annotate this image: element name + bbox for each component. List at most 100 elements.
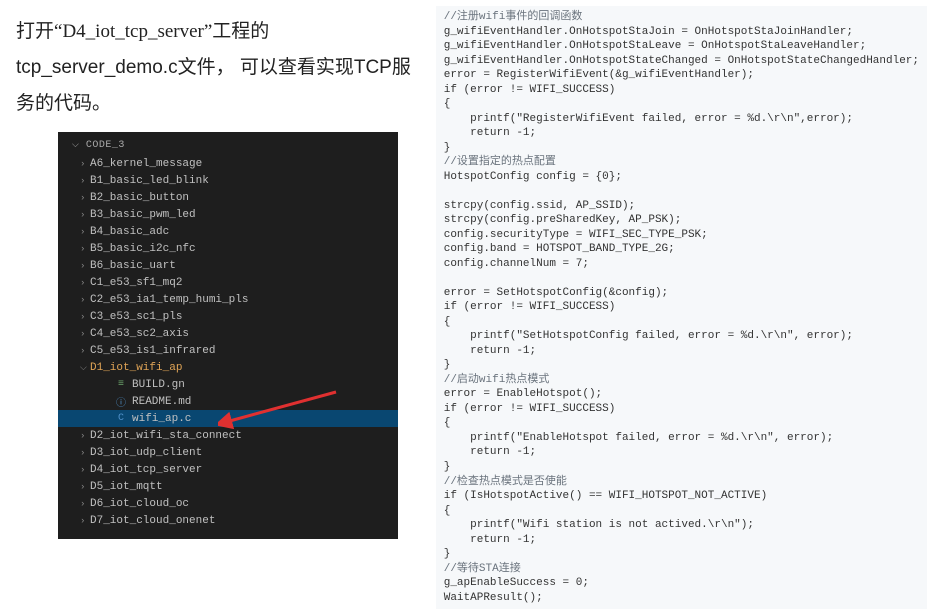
chevron-right-icon: › xyxy=(80,465,88,475)
code-line: printf("EnableHotspot failed, error = %d… xyxy=(444,431,919,446)
tree-item-label: BUILD.gn xyxy=(132,379,185,391)
tree-item[interactable]: ›B6_basic_uart xyxy=(58,257,398,274)
tree-item[interactable]: ›B2_basic_button xyxy=(58,189,398,206)
code-line: if (error != WIFI_SUCCESS) xyxy=(444,83,919,98)
tree-item-label: C5_e53_is1_infrared xyxy=(90,345,215,357)
code-line: //注册wifi事件的回调函数 xyxy=(444,10,919,25)
code-line xyxy=(444,271,919,286)
tree-item[interactable]: ›A6_kernel_message xyxy=(58,155,398,172)
code-line: g_apEnableSuccess = 0; xyxy=(444,576,919,591)
chevron-right-icon: › xyxy=(80,210,88,220)
tree-item-label: C4_e53_sc2_axis xyxy=(90,328,189,340)
tree-item[interactable]: ›B5_basic_i2c_nfc xyxy=(58,240,398,257)
instruction-p1: 打开 xyxy=(16,21,54,42)
tree-item[interactable]: Cwifi_ap.c xyxy=(58,410,398,427)
code-line: } xyxy=(444,547,919,562)
chevron-down-icon: ⌵ xyxy=(72,140,79,150)
tree-item[interactable]: ›D5_iot_mqtt xyxy=(58,478,398,495)
code-line: return -1; xyxy=(444,344,919,359)
tree-item-label: README.md xyxy=(132,396,191,408)
code-line: { xyxy=(444,416,919,431)
tree-item[interactable]: ›D3_iot_udp_client xyxy=(58,444,398,461)
tree-item[interactable]: ›C3_e53_sc1_pls xyxy=(58,308,398,325)
code-line: error = SetHotspotConfig(&config); xyxy=(444,286,919,301)
chevron-right-icon: › xyxy=(80,159,88,169)
code-line: g_wifiEventHandler.OnHotspotStaLeave = O… xyxy=(444,39,919,54)
code-line: { xyxy=(444,315,919,330)
tree-item[interactable]: ›C5_e53_is1_infrared xyxy=(58,342,398,359)
code-line: if (error != WIFI_SUCCESS) xyxy=(444,402,919,417)
tree-item-label: B6_basic_uart xyxy=(90,260,176,272)
chevron-right-icon: › xyxy=(80,295,88,305)
code-line: } xyxy=(444,358,919,373)
code-line: } xyxy=(444,460,919,475)
code-line: g_wifiEventHandler.OnHotspotStaJoin = On… xyxy=(444,25,919,40)
code-line: config.channelNum = 7; xyxy=(444,257,919,272)
code-line: } xyxy=(444,141,919,156)
tree-item-label: B4_basic_adc xyxy=(90,226,169,238)
chevron-right-icon: › xyxy=(80,516,88,526)
instruction-quoted: “D4_iot_tcp_server” xyxy=(54,21,212,42)
code-line: config.band = HOTSPOT_BAND_TYPE_2G; xyxy=(444,242,919,257)
tree-item[interactable]: ›D6_iot_cloud_oc xyxy=(58,495,398,512)
tree-root-label: CODE_3 xyxy=(86,140,125,151)
tree-item[interactable]: ›C1_e53_sf1_mq2 xyxy=(58,274,398,291)
chevron-right-icon: › xyxy=(80,193,88,203)
code-line: WaitAPResult(); xyxy=(444,591,919,606)
code-line: printf("Wifi station is not actived.\r\n… xyxy=(444,518,919,533)
tree-header[interactable]: ⌵ CODE_3 xyxy=(58,138,398,155)
tree-item-label: C2_e53_ia1_temp_humi_pls xyxy=(90,294,248,306)
tree-item-label: B2_basic_button xyxy=(90,192,189,204)
tree-item[interactable]: ›B4_basic_adc xyxy=(58,223,398,240)
chevron-right-icon: › xyxy=(80,176,88,186)
tree-item-label: B3_basic_pwm_led xyxy=(90,209,196,221)
tree-item[interactable]: ›C4_e53_sc2_axis xyxy=(58,325,398,342)
right-column: //注册wifi事件的回调函数g_wifiEventHandler.OnHots… xyxy=(428,0,931,561)
code-line xyxy=(444,184,919,199)
code-line: //检查热点模式是否使能 xyxy=(444,475,919,490)
chevron-right-icon: › xyxy=(80,448,88,458)
code-line: config.securityType = WIFI_SEC_TYPE_PSK; xyxy=(444,228,919,243)
tree-item-label: D7_iot_cloud_onenet xyxy=(90,515,215,527)
tree-item[interactable]: ›B1_basic_led_blink xyxy=(58,172,398,189)
tree-item[interactable]: ≡ BUILD.gn xyxy=(58,376,398,393)
code-line: strcpy(config.preSharedKey, AP_PSK); xyxy=(444,213,919,228)
build-icon: ≡ xyxy=(114,379,128,390)
code-line: return -1; xyxy=(444,445,919,460)
tree-item[interactable]: ›B3_basic_pwm_led xyxy=(58,206,398,223)
tree-body: ›A6_kernel_message›B1_basic_led_blink›B2… xyxy=(58,155,398,529)
tree-item-label: D3_iot_udp_client xyxy=(90,447,202,459)
code-line: printf("RegisterWifiEvent failed, error … xyxy=(444,112,919,127)
chevron-right-icon: › xyxy=(80,312,88,322)
code-line: if (error != WIFI_SUCCESS) xyxy=(444,300,919,315)
tree-item[interactable]: ⓘREADME.md xyxy=(58,393,398,410)
code-line: //设置指定的热点配置 xyxy=(444,155,919,170)
code-line: //启动wifi热点模式 xyxy=(444,373,919,388)
tree-item[interactable]: ›C2_e53_ia1_temp_humi_pls xyxy=(58,291,398,308)
tree-item[interactable]: ›D4_iot_tcp_server xyxy=(58,461,398,478)
chevron-right-icon: › xyxy=(80,431,88,441)
tree-item-label: D6_iot_cloud_oc xyxy=(90,498,189,510)
chevron-right-icon: › xyxy=(80,329,88,339)
tree-item-label: D4_iot_tcp_server xyxy=(90,464,202,476)
tree-item-label: A6_kernel_message xyxy=(90,158,202,170)
chevron-right-icon: › xyxy=(80,244,88,254)
code-line: HotspotConfig config = {0}; xyxy=(444,170,919,185)
tree-item[interactable]: ›D7_iot_cloud_onenet xyxy=(58,512,398,529)
chevron-right-icon: › xyxy=(80,482,88,492)
file-tree: ⌵ CODE_3 ›A6_kernel_message›B1_basic_led… xyxy=(58,132,398,539)
left-column: 打开“D4_iot_tcp_server”工程的tcp_server_demo.… xyxy=(0,0,428,561)
code-line: return -1; xyxy=(444,533,919,548)
code-line: error = EnableHotspot(); xyxy=(444,387,919,402)
tree-item-label: C1_e53_sf1_mq2 xyxy=(90,277,182,289)
code-line: { xyxy=(444,504,919,519)
tree-item-label: D5_iot_mqtt xyxy=(90,481,163,493)
c-file-icon: C xyxy=(114,413,128,424)
tree-item-label: B1_basic_led_blink xyxy=(90,175,209,187)
tree-item[interactable]: ⌵D1_iot_wifi_ap xyxy=(58,359,398,376)
tree-item-label: wifi_ap.c xyxy=(132,413,191,425)
code-block: //注册wifi事件的回调函数g_wifiEventHandler.OnHots… xyxy=(436,6,927,609)
code-line: { xyxy=(444,97,919,112)
code-line: if (IsHotspotActive() == WIFI_HOTSPOT_NO… xyxy=(444,489,919,504)
tree-item[interactable]: ›D2_iot_wifi_sta_connect xyxy=(58,427,398,444)
